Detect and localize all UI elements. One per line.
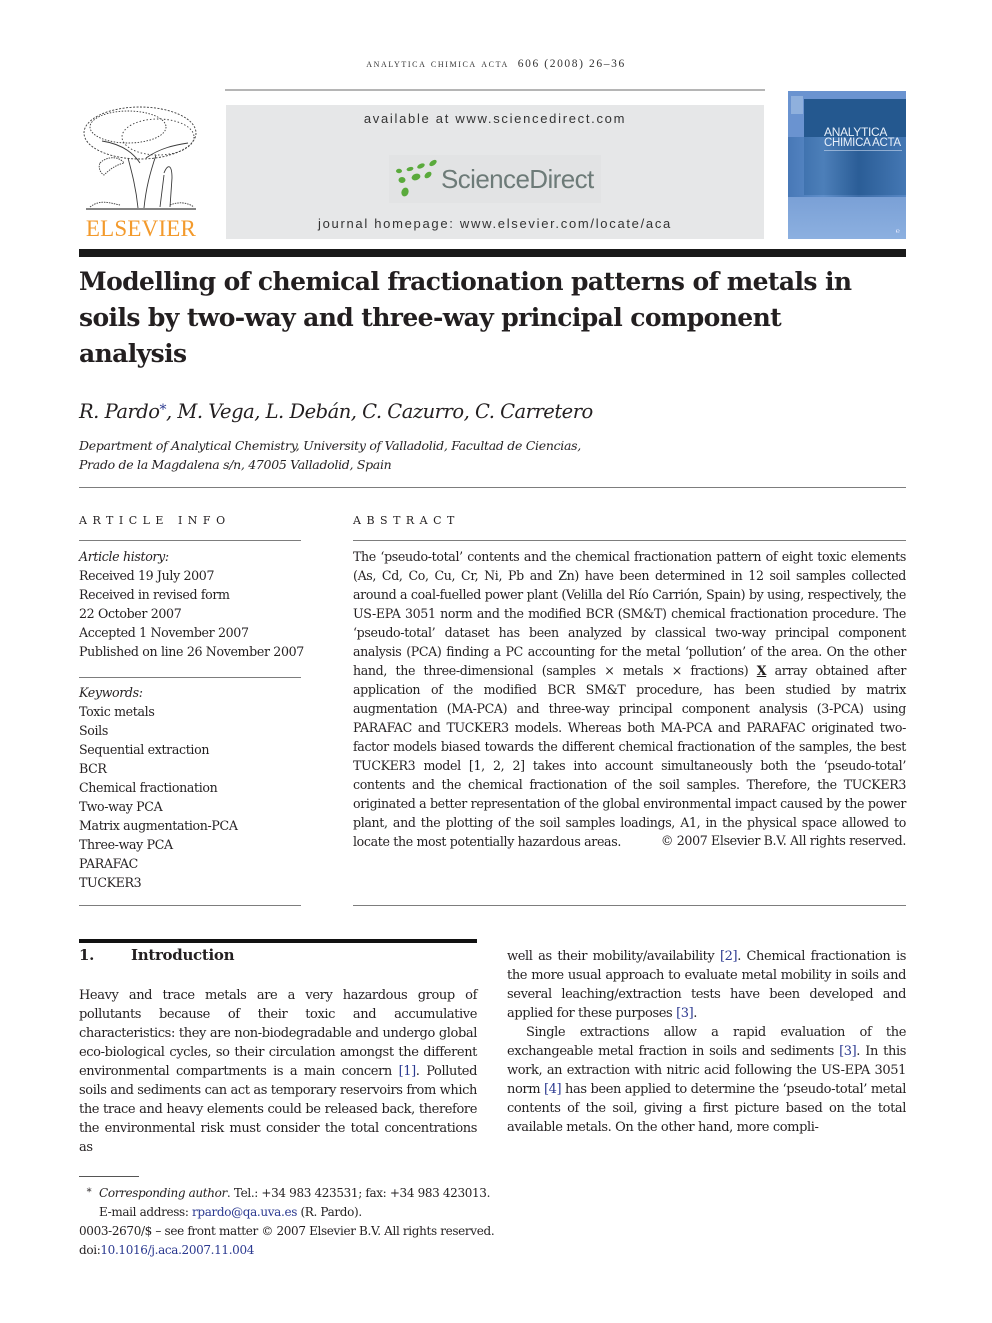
cover-lower-panel bbox=[788, 197, 906, 239]
elsevier-wordmark: ELSEVIER bbox=[85, 216, 197, 241]
keyword-item: Matrix augmentation-PCA bbox=[79, 818, 238, 833]
cover-mini-logo-icon bbox=[791, 96, 803, 114]
author-first[interactable]: R. Pardo bbox=[79, 400, 160, 423]
cover-title-line2: CHIMICA ACTA bbox=[824, 137, 901, 149]
affiliation-line: Prado de la Magdalena s/n, 47005 Vallado… bbox=[79, 457, 392, 472]
keyword-item: Toxic metals bbox=[79, 704, 155, 719]
footnote-mark: * bbox=[86, 1187, 92, 1198]
journal-homepage-link[interactable]: journal homepage: www.elsevier.com/locat… bbox=[226, 216, 764, 231]
abstract-part: The ‘pseudo-total’ contents and the chem… bbox=[353, 549, 906, 678]
introduction-right-column: well as their mobility/availability [2].… bbox=[507, 947, 906, 1137]
keyword-item: Chemical fractionation bbox=[79, 780, 218, 795]
cover-publisher-mark: ℮ bbox=[895, 227, 900, 235]
email-link[interactable]: rpardo@qa.uva.es bbox=[192, 1205, 297, 1219]
title-line: soils by two-way and three-way principal… bbox=[79, 303, 782, 332]
affiliation: Department of Analytical Chemistry, Univ… bbox=[79, 436, 581, 474]
history-item: Accepted 1 November 2007 bbox=[79, 625, 249, 640]
running-head: analytica chimica acta 606 (2008) 26–36 bbox=[0, 58, 992, 70]
citation-link[interactable]: [1] bbox=[399, 1064, 417, 1079]
paragraph-text: has been applied to determine the ‘pseud… bbox=[507, 1082, 906, 1135]
keywords-divider bbox=[79, 905, 301, 906]
volume-pages: 606 (2008) 26–36 bbox=[517, 58, 626, 70]
header-thick-rule bbox=[79, 249, 906, 257]
article-history-label: Article history: bbox=[79, 549, 169, 564]
issn-line: 0003-2670/$ – see front matter © 2007 El… bbox=[79, 1224, 495, 1238]
sciencedirect-banner: available at www.sciencedirect.com Scien… bbox=[226, 105, 764, 239]
paragraph-text: . bbox=[693, 1006, 698, 1021]
keywords: Keywords: Toxic metals Soils Sequential … bbox=[79, 683, 238, 892]
email-note: E-mail address: rpardo@qa.uva.es (R. Par… bbox=[79, 1203, 494, 1222]
corresponding-label: Corresponding author bbox=[99, 1186, 227, 1200]
article-title: Modelling of chemical fractionation patt… bbox=[79, 264, 879, 372]
keywords-label: Keywords: bbox=[79, 685, 143, 700]
abstract-divider bbox=[353, 540, 906, 541]
email-suffix: (R. Pardo). bbox=[297, 1205, 362, 1219]
elsevier-logo[interactable]: ELSEVIER bbox=[79, 103, 203, 241]
abstract-heading: ABSTRACT bbox=[353, 514, 460, 527]
title-line: Modelling of chemical fractionation patt… bbox=[79, 267, 852, 296]
history-item: Received in revised form bbox=[79, 587, 230, 602]
available-at-link[interactable]: available at www.sciencedirect.com bbox=[226, 111, 764, 126]
introduction-heading: 1. Introduction bbox=[79, 946, 235, 964]
affiliation-line: Department of Analytical Chemistry, Univ… bbox=[79, 438, 581, 453]
keyword-item: Three-way PCA bbox=[79, 837, 173, 852]
introduction-left-column: Heavy and trace metals are a very hazard… bbox=[79, 986, 477, 1157]
journal-cover-image[interactable]: ANALYTICA CHIMICA ACTA ℮ bbox=[788, 91, 906, 239]
contact-info: . Tel.: +34 983 423531; fax: +34 983 423… bbox=[226, 1186, 491, 1200]
introduction-rule bbox=[79, 939, 477, 943]
email-label: E-mail address: bbox=[99, 1205, 192, 1219]
abstract-text: The ‘pseudo-total’ contents and the chem… bbox=[353, 547, 906, 851]
abstract-part: array obtained after application of the … bbox=[353, 663, 906, 849]
doi-line: doi:10.1016/j.aca.2007.11.004 bbox=[79, 1241, 494, 1260]
citation-link[interactable]: [3] bbox=[676, 1006, 694, 1021]
history-divider bbox=[79, 677, 301, 678]
citation-link[interactable]: [3] bbox=[839, 1044, 857, 1059]
article-info-heading: ARTICLE INFO bbox=[79, 514, 231, 527]
section-number: 1. bbox=[79, 946, 95, 964]
paragraph: Single extractions allow a rapid evaluat… bbox=[507, 1023, 906, 1137]
sciencedirect-logo[interactable]: ScienceDirect bbox=[389, 155, 601, 203]
affiliation-divider bbox=[79, 487, 906, 488]
header-top-rule bbox=[225, 89, 765, 91]
author-others: , M. Vega, L. Debán, C. Cazurro, C. Carr… bbox=[166, 400, 593, 423]
keyword-item: Sequential extraction bbox=[79, 742, 210, 757]
cover-subtitle-rule bbox=[824, 150, 902, 151]
article-info-divider bbox=[79, 540, 301, 541]
paragraph-text: well as their mobility/availability bbox=[507, 949, 720, 964]
title-line: analysis bbox=[79, 339, 187, 368]
paragraph: well as their mobility/availability [2].… bbox=[507, 947, 906, 1023]
abstract-copyright: © 2007 Elsevier B.V. All rights reserved… bbox=[660, 833, 907, 848]
history-item: Published on line 26 November 2007 bbox=[79, 644, 304, 659]
footnote-rule bbox=[79, 1176, 139, 1177]
article-history: Article history: Received 19 July 2007 R… bbox=[79, 547, 304, 661]
history-item: Received 19 July 2007 bbox=[79, 568, 215, 583]
section-title: Introduction bbox=[131, 946, 235, 964]
keyword-item: Two-way PCA bbox=[79, 799, 163, 814]
corresponding-author-note: * Corresponding author. Tel.: +34 983 423… bbox=[79, 1183, 494, 1203]
elsevier-tree-icon bbox=[83, 106, 197, 210]
citation-link[interactable]: [2] bbox=[720, 949, 738, 964]
abstract-bottom-divider bbox=[353, 905, 906, 906]
keyword-item: TUCKER3 bbox=[79, 875, 142, 890]
sciencedirect-wordmark: ScienceDirect bbox=[441, 163, 594, 194]
sciencedirect-dots-icon bbox=[396, 159, 437, 197]
history-item: 22 October 2007 bbox=[79, 606, 182, 621]
doi-label: doi: bbox=[79, 1243, 101, 1257]
doi-link[interactable]: 10.1016/j.aca.2007.11.004 bbox=[100, 1243, 254, 1257]
keyword-item: Soils bbox=[79, 723, 108, 738]
citation-link[interactable]: [4] bbox=[544, 1082, 562, 1097]
keyword-item: BCR bbox=[79, 761, 107, 776]
author-list: R. Pardo*, M. Vega, L. Debán, C. Cazurro… bbox=[79, 400, 593, 423]
keyword-item: PARAFAC bbox=[79, 856, 138, 871]
journal-name: analytica chimica acta bbox=[366, 58, 509, 70]
x-array-symbol: X bbox=[756, 663, 767, 678]
footnotes: * Corresponding author. Tel.: +34 983 423… bbox=[79, 1183, 495, 1260]
